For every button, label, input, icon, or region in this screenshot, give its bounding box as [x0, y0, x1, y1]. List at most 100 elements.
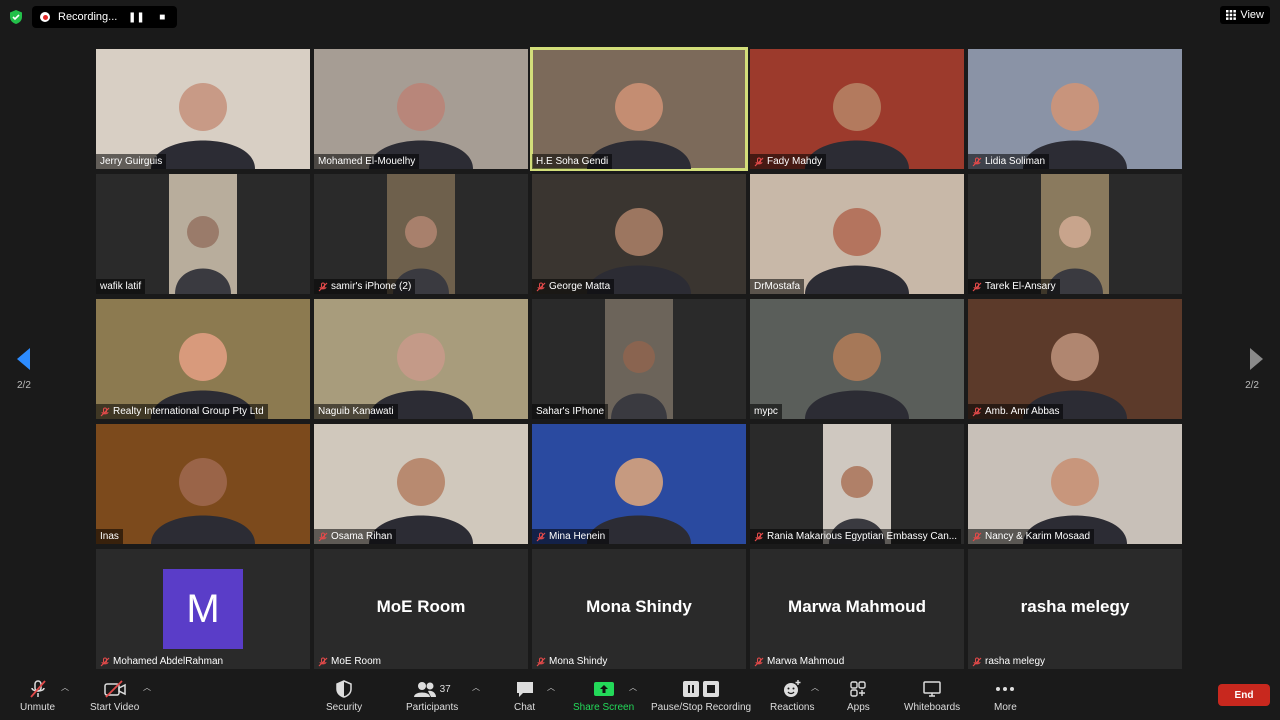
participant-display-name: MoE Room: [376, 597, 466, 616]
next-page-button[interactable]: [1246, 348, 1266, 370]
participant-tile[interactable]: H.E Soha Gendi: [530, 47, 748, 171]
start-video-button[interactable]: Start Video: [90, 678, 139, 713]
participant-name-text: Rania Makarious Egyptian Embassy Can...: [767, 531, 958, 542]
participant-tile-no-video[interactable]: Marwa Mahmoud Marwa Mahmoud: [750, 549, 964, 669]
participant-tile[interactable]: George Matta: [532, 174, 746, 294]
participant-tile[interactable]: DrMostafa: [750, 174, 964, 294]
participant-tile[interactable]: mypc: [750, 299, 964, 419]
participant-figure: [587, 208, 691, 294]
stop-icon: [703, 681, 720, 697]
participant-tile-no-video[interactable]: M Mohamed AbdelRahman: [96, 549, 310, 669]
unmute-label: Unmute: [20, 702, 56, 713]
participant-name-text: Mina Henein: [549, 531, 606, 542]
participant-name: Nancy & Karim Mosaad: [968, 529, 1095, 544]
participant-tile[interactable]: Amb. Amr Abbas: [968, 299, 1182, 419]
chevron-right-icon: [1250, 348, 1263, 370]
reactions-button[interactable]: Reactions: [770, 678, 814, 713]
participant-figure: [805, 208, 909, 294]
participant-tile[interactable]: Jerry Guirguis: [96, 49, 310, 169]
participant-name-text: Fady Mahdy: [767, 156, 823, 167]
previous-page-button[interactable]: [14, 348, 34, 370]
participants-label: Participants: [406, 702, 459, 713]
video-options-caret-icon[interactable]: ︿: [143, 682, 151, 693]
participant-name: Fady Mahdy: [750, 154, 827, 169]
mic-muted-icon: [972, 532, 982, 541]
participant-tile-no-video[interactable]: MoE Room MoE Room: [314, 549, 528, 669]
whiteboards-label: Whiteboards: [904, 702, 961, 713]
participant-tile[interactable]: Lidia Soliman: [968, 49, 1182, 169]
participant-tile-no-video[interactable]: rasha melegy rasha melegy: [968, 549, 1182, 669]
participant-tile[interactable]: Fady Mahdy: [750, 49, 964, 169]
security-button[interactable]: Security: [326, 678, 362, 713]
participant-name: MoE Room: [314, 654, 385, 669]
share-screen-button[interactable]: Share Screen: [573, 678, 634, 713]
start-video-label: Start Video: [90, 702, 140, 713]
chat-button[interactable]: Chat: [514, 678, 535, 713]
participant-name: Marwa Mahmoud: [750, 654, 848, 669]
share-options-caret-icon[interactable]: ︿: [629, 682, 637, 693]
participant-name: mypc: [750, 404, 782, 419]
participant-tile[interactable]: Sahar's IPhone: [532, 299, 746, 419]
recording-dot-icon: [40, 12, 50, 22]
chat-caret-icon[interactable]: ︿: [547, 682, 555, 693]
audio-options-caret-icon[interactable]: ︿: [61, 682, 69, 693]
mic-muted-icon: [536, 282, 546, 291]
participant-name-text: Naguib Kanawati: [318, 406, 394, 417]
participant-tile[interactable]: Naguib Kanawati: [314, 299, 528, 419]
participant-tile[interactable]: Nancy & Karim Mosaad: [968, 424, 1182, 544]
mic-muted-icon: [318, 282, 328, 291]
mic-muted-icon: [318, 657, 328, 666]
participant-name: Amb. Amr Abbas: [968, 404, 1064, 419]
security-shield-icon[interactable]: [8, 9, 24, 25]
more-label: More: [994, 702, 1017, 713]
participant-name-text: George Matta: [549, 281, 611, 292]
pause-stop-recording-button[interactable]: Pause/Stop Recording: [651, 678, 751, 713]
participants-caret-icon[interactable]: ︿: [472, 682, 480, 693]
participant-tile[interactable]: Rania Makarious Egyptian Embassy Can...: [750, 424, 964, 544]
participant-display-name: Mona Shindy: [586, 597, 692, 616]
participant-name: Mina Henein: [532, 529, 610, 544]
participant-name: Sahar's IPhone: [532, 404, 609, 419]
video-off-icon: [103, 680, 126, 698]
participant-tile-no-video[interactable]: Mona Shindy Mona Shindy: [532, 549, 746, 669]
participant-name-text: Jerry Guirguis: [100, 156, 163, 167]
stop-recording-icon[interactable]: ■: [155, 10, 169, 24]
reactions-label: Reactions: [770, 702, 815, 713]
apps-button[interactable]: Apps: [847, 678, 870, 713]
view-button[interactable]: View: [1220, 6, 1270, 24]
mic-muted-icon: [754, 532, 764, 541]
participant-name-text: Osama Rihan: [331, 531, 393, 542]
participant-figure: [829, 466, 885, 544]
participant-figure: [805, 333, 909, 419]
participant-tile[interactable]: Mohamed El-Mouelhy: [314, 49, 528, 169]
participant-tile[interactable]: samir's iPhone (2): [314, 174, 528, 294]
participant-name: Osama Rihan: [314, 529, 397, 544]
end-meeting-button[interactable]: End: [1218, 684, 1270, 706]
mic-muted-icon: [100, 407, 110, 416]
more-button[interactable]: More: [994, 678, 1017, 713]
view-label: View: [1240, 9, 1264, 21]
participant-tile[interactable]: Mina Henein: [532, 424, 746, 544]
participant-tile[interactable]: wafik latif: [96, 174, 310, 294]
mic-muted-icon: [972, 407, 982, 416]
whiteboards-button[interactable]: Whiteboards: [904, 678, 960, 713]
participants-button[interactable]: 37 Participants: [406, 678, 458, 713]
participant-name-text: mypc: [754, 406, 778, 417]
participant-tile[interactable]: Tarek El-Ansary: [968, 174, 1182, 294]
participant-figure: [393, 216, 449, 294]
participant-figure: [175, 216, 231, 294]
page-indicator-left: 2/2: [17, 380, 31, 391]
avatar: M: [163, 569, 243, 649]
participant-tile[interactable]: Osama Rihan: [314, 424, 528, 544]
participant-name: DrMostafa: [750, 279, 805, 294]
participant-tile[interactable]: Realty International Group Pty Ltd: [96, 299, 310, 419]
participants-icon: [413, 682, 436, 697]
participant-tile[interactable]: Inas: [96, 424, 310, 544]
participant-name-text: Inas: [100, 531, 119, 542]
participant-name-text: Mohamed AbdelRahman: [113, 656, 224, 667]
reactions-caret-icon[interactable]: ︿: [811, 682, 819, 693]
participant-figure: [151, 83, 255, 169]
pause-recording-icon[interactable]: ❚❚: [128, 10, 145, 24]
participant-name-text: Amb. Amr Abbas: [985, 406, 1060, 417]
unmute-button[interactable]: Unmute: [20, 678, 55, 713]
